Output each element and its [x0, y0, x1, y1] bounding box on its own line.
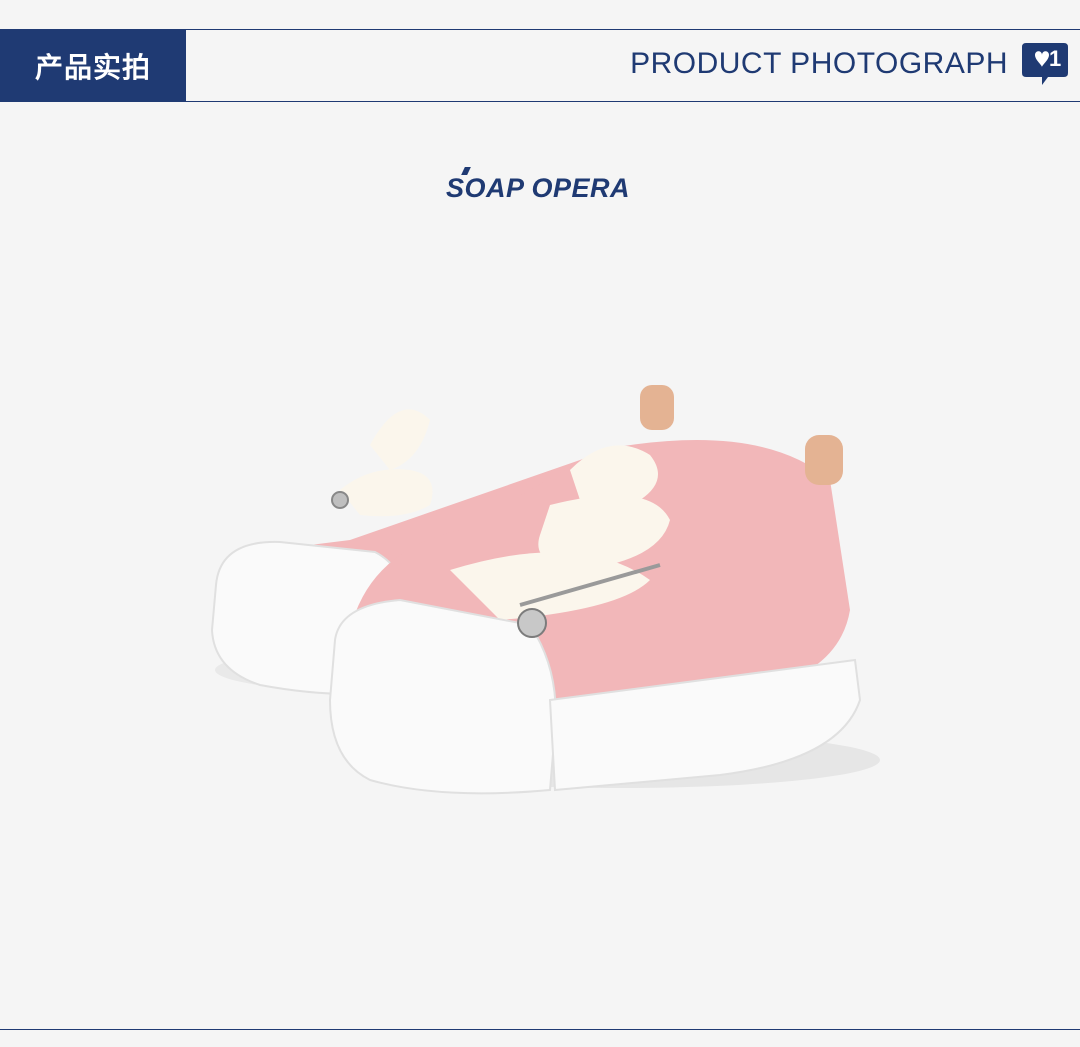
product-photo [210, 385, 880, 795]
section-header: 产品实拍 PRODUCT PHOTOGRAPH 1 [0, 29, 1080, 102]
section-subtitle: PRODUCT PHOTOGRAPH [630, 47, 1008, 80]
brand-logo: SOAP OPERA [446, 167, 638, 213]
section-tab: 产品实拍 [0, 29, 186, 102]
section-tab-label: 产品实拍 [34, 50, 151, 84]
badge-count: 1 [1049, 46, 1062, 71]
heart-chat-icon [1022, 43, 1068, 85]
heart-badge[interactable]: 1 [1020, 41, 1070, 87]
bottom-divider [0, 1029, 1080, 1030]
product-photo-page: 产品实拍 PRODUCT PHOTOGRAPH 1 SOAP OPERA [0, 0, 1080, 1047]
brand-logo-text: SOAP OPERA [446, 173, 631, 203]
